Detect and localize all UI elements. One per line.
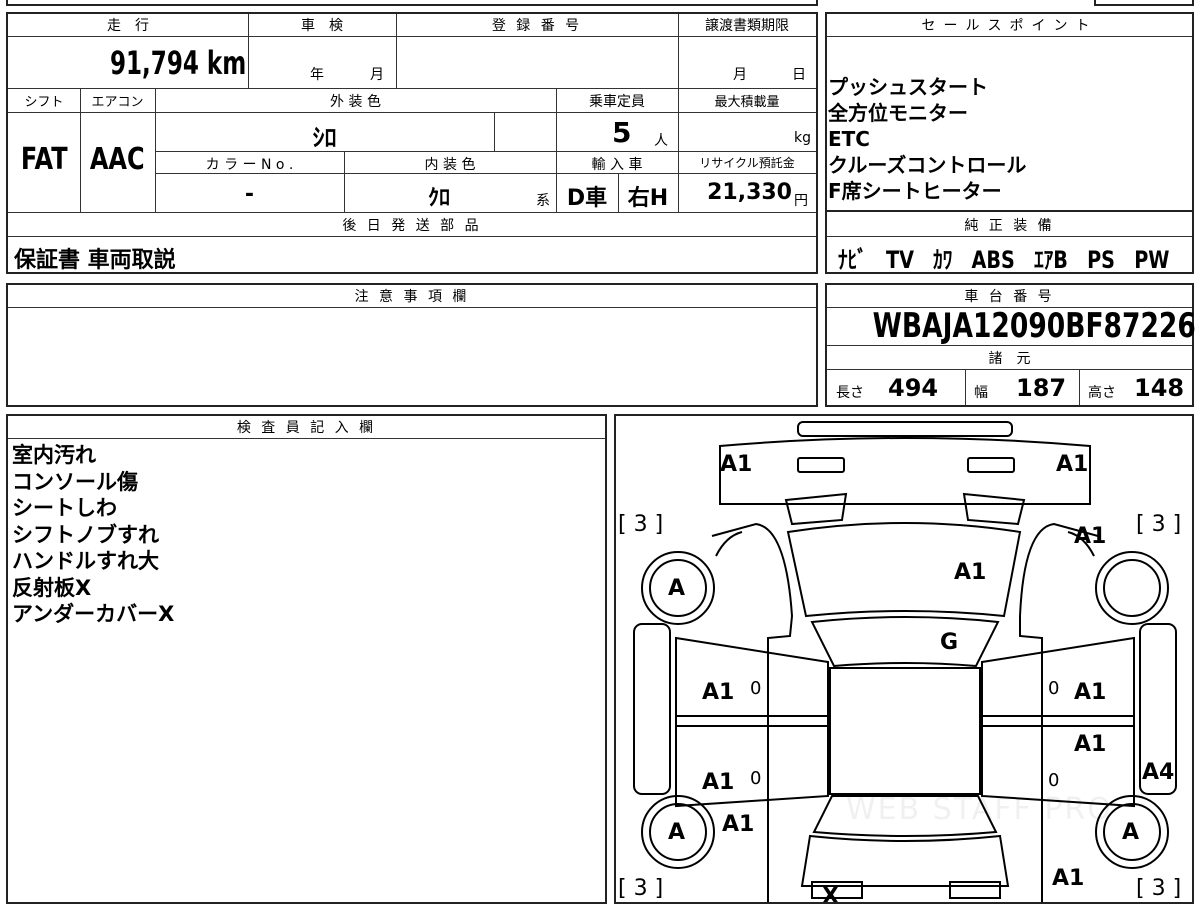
mark-door-fl: A1 <box>702 680 735 705</box>
recycle-value: 21,330 <box>707 180 792 205</box>
mark-door-rl: A1 <box>702 770 735 795</box>
mark-door-rr2: A1 <box>1074 732 1107 757</box>
height-label: 高さ <box>1088 385 1116 401</box>
car-condition-diagram: A1 A1 [ 3 ] [ 3 ] A1 A1 A G A1 0 0 A1 A1… <box>614 414 1194 904</box>
sales-point-item: 全方位モニター <box>828 101 968 125</box>
capacity-unit: 人 <box>654 133 668 149</box>
import-header: 輸 入 車 <box>591 157 643 173</box>
sales-point-item: クルーズコントロール <box>828 153 1027 177</box>
max-load-unit: kg <box>794 130 811 146</box>
chassis-header: 車 台 番 号 <box>964 289 1055 305</box>
mark-tire-fl-bracket: [ 3 ] <box>618 512 664 537</box>
sales-points-list: プッシュスタート 全方位モニター ETC クルーズコントロール F席シートヒータ… <box>828 74 1188 204</box>
mark-front-left: A1 <box>720 452 753 477</box>
shift-header: シフト <box>24 95 64 110</box>
interior-color-header: 内 装 色 <box>424 157 476 173</box>
mark-tire-fr-bracket: [ 3 ] <box>1136 512 1182 537</box>
mark-hood: A1 <box>954 560 987 585</box>
top-cropped-strip-right <box>1094 0 1194 6</box>
mark-front-right: A1 <box>1056 452 1089 477</box>
length-value: 494 <box>888 374 939 402</box>
shift-value: FAT <box>20 142 68 177</box>
width-label: 幅 <box>974 385 988 401</box>
watermark: WEB STAFF PRO <box>846 792 1113 827</box>
capacity-header: 乗車定員 <box>589 94 645 110</box>
mark-wheel-rl: A <box>668 820 686 845</box>
inspector-line: シートしわ <box>12 496 117 520</box>
inspection-month-unit: 月 <box>370 67 384 83</box>
interior-suffix: 系 <box>536 193 550 209</box>
mark-rocker-r: A4 <box>1142 760 1175 785</box>
inspector-line: コンソール傷 <box>12 469 138 494</box>
exterior-color-value: ｼﾛ <box>312 124 337 152</box>
transfer-deadline-header: 譲渡書類期限 <box>705 18 789 34</box>
registration-header: 登 録 番 号 <box>491 18 583 34</box>
max-load-header: 最大積載量 <box>714 95 780 110</box>
width-value: 187 <box>1016 374 1067 402</box>
mark-fender-fr: A1 <box>1074 524 1107 549</box>
recycle-header: リサイクル預託金 <box>699 156 795 170</box>
mileage-header: 走 行 <box>107 18 149 34</box>
mark-fender-rl: A1 <box>722 812 755 837</box>
car-outline-drawing <box>633 421 1177 902</box>
mark-zero-fl: 0 <box>750 678 762 699</box>
color-no-header: カ ラ ー N o . <box>205 157 294 173</box>
mark-rear-x: X <box>822 884 839 904</box>
spec-header: 諸 元 <box>988 351 1031 367</box>
later-parts-header: 後 日 発 送 部 品 <box>342 218 482 234</box>
exterior-color-header: 外 装 色 <box>330 94 381 110</box>
import-value-1: D車 <box>566 186 608 211</box>
sales-point-item: ETC <box>828 127 870 151</box>
notes-header: 注 意 事 項 欄 <box>354 289 470 305</box>
sales-point-item: プッシュスタート <box>828 75 988 99</box>
mark-wheel-rr: A <box>1122 820 1140 845</box>
inspector-line: 反射板X <box>12 575 92 600</box>
mark-tire-rl-bracket: [ 3 ] <box>618 876 664 901</box>
sales-point-item: F席シートヒーター <box>828 179 1002 203</box>
chassis-number: WBAJA12090BF87226 <box>872 306 1196 346</box>
import-value-2: 右H <box>627 186 669 211</box>
color-no-value: - <box>244 182 255 207</box>
transfer-day-unit: 日 <box>792 67 806 83</box>
aircon-header: エアコン <box>91 95 144 110</box>
mark-wheel-fl: A <box>668 576 686 601</box>
mileage-value: 91,794 km <box>109 44 246 82</box>
inspector-line: ハンドルすれ大 <box>12 549 159 573</box>
recycle-unit: 円 <box>794 193 808 209</box>
mark-windshield: G <box>940 630 959 655</box>
inspector-line: 室内汚れ <box>12 443 96 467</box>
interior-color-value: ｸﾛ <box>427 186 450 211</box>
inspector-line: アンダーカバーX <box>12 602 175 626</box>
capacity-value: 5 <box>612 116 632 149</box>
inspector-header: 検 査 員 記 入 欄 <box>236 420 377 436</box>
sales-points-header: セールスポイント <box>921 18 1098 34</box>
length-label: 長さ <box>836 385 864 401</box>
mark-zero-rl: 0 <box>750 768 762 789</box>
transfer-month-unit: 月 <box>733 67 747 83</box>
mark-fender-rr: A1 <box>1052 866 1085 891</box>
mark-zero-rr: 0 <box>1048 770 1060 791</box>
mark-zero-fr: 0 <box>1048 678 1060 699</box>
inspector-line: シフトノブすれ <box>12 522 159 547</box>
inspector-lines: 室内汚れ コンソール傷 シートしわ シフトノブすれ ハンドルすれ大 反射板X ア… <box>12 442 592 628</box>
inspection-year-unit: 年 <box>310 67 324 83</box>
mark-tire-rr-bracket: [ 3 ] <box>1136 876 1182 901</box>
height-value: 148 <box>1134 374 1185 402</box>
aircon-value: AAC <box>90 142 145 177</box>
later-parts-value: 保証書 車両取説 <box>14 248 176 273</box>
equipment-value: ﾅﾋﾞ TV ｶﾜ ABS ｴｱB PS PW <box>838 246 1170 274</box>
mark-door-fr: A1 <box>1074 680 1107 705</box>
inspection-header: 車 検 <box>301 18 343 34</box>
top-cropped-strip <box>6 0 818 6</box>
equipment-header: 純 正 装 備 <box>964 218 1055 234</box>
